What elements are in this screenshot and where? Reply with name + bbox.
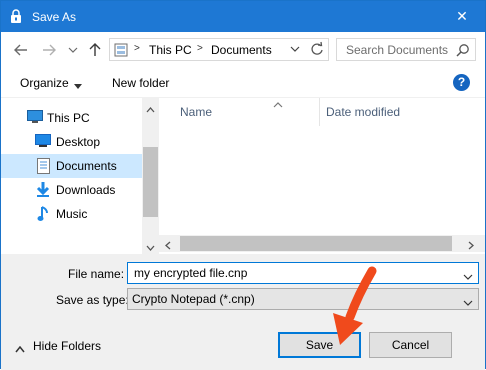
arrow-left-icon bbox=[14, 44, 27, 56]
save-form: File name: my encrypted file.cnp Save as… bbox=[1, 254, 485, 370]
nav-item-this-pc[interactable]: This PC bbox=[1, 106, 142, 130]
cancel-button[interactable]: Cancel bbox=[369, 332, 452, 358]
file-name-value: my encrypted file.cnp bbox=[134, 266, 248, 280]
browser-area: This PC Desktop Documents Downloads Musi… bbox=[1, 98, 485, 254]
scroll-right-icon[interactable] bbox=[468, 239, 474, 253]
lock-icon bbox=[9, 9, 23, 24]
save-as-type-label: Save as type: bbox=[56, 293, 129, 307]
arrow-right-icon bbox=[43, 44, 56, 56]
scroll-left-icon[interactable] bbox=[165, 239, 171, 253]
nav-item-label: This PC bbox=[47, 111, 90, 125]
column-header-name[interactable]: Name bbox=[180, 105, 212, 119]
title-bar: Save As ✕ bbox=[1, 1, 485, 32]
save-as-type-value: Crypto Notepad (*.cnp) bbox=[132, 292, 255, 306]
save-as-dialog: Save As ✕ > This PC > Documents Search D… bbox=[0, 0, 486, 370]
desktop-icon bbox=[35, 134, 51, 151]
column-header-date-modified[interactable]: Date modified bbox=[326, 105, 400, 119]
nav-item-label: Desktop bbox=[56, 135, 101, 149]
refresh-button[interactable] bbox=[309, 41, 325, 60]
new-folder-button[interactable]: New folder bbox=[112, 76, 169, 90]
nav-pane-scrollbar[interactable] bbox=[142, 98, 159, 254]
scrollbar-thumb[interactable] bbox=[180, 236, 452, 251]
nav-item-music[interactable]: Music bbox=[1, 202, 142, 226]
sort-ascending-icon bbox=[273, 97, 283, 111]
address-bar-row: > This PC > Documents Search Documents bbox=[1, 32, 485, 68]
documents-icon bbox=[37, 158, 50, 177]
organize-button[interactable]: Organize bbox=[20, 76, 69, 90]
nav-item-label: Downloads bbox=[56, 183, 116, 197]
close-icon: ✕ bbox=[456, 8, 468, 24]
breadcrumb-separator: > bbox=[134, 43, 140, 54]
arrow-up-icon bbox=[89, 43, 101, 56]
up-button[interactable] bbox=[85, 40, 105, 60]
computer-icon bbox=[114, 43, 128, 60]
chevron-up-icon bbox=[15, 342, 25, 356]
nav-item-label: Music bbox=[56, 207, 88, 221]
file-name-label: File name: bbox=[68, 267, 125, 281]
chevron-down-icon bbox=[68, 47, 78, 53]
help-button[interactable]: ? bbox=[453, 74, 470, 91]
search-placeholder: Search Documents bbox=[346, 43, 449, 57]
chevron-down-icon bbox=[463, 295, 473, 309]
nav-item-label: Documents bbox=[56, 159, 117, 173]
recent-locations-button[interactable] bbox=[63, 40, 83, 60]
nav-item-downloads[interactable]: Downloads bbox=[1, 178, 142, 202]
breadcrumb-separator: > bbox=[197, 43, 203, 54]
search-input[interactable]: Search Documents bbox=[336, 38, 476, 61]
scroll-down-icon[interactable] bbox=[146, 240, 155, 254]
column-headers: Name Date modified bbox=[159, 98, 485, 126]
address-box[interactable]: > This PC > Documents bbox=[109, 38, 329, 61]
scroll-up-icon[interactable] bbox=[146, 102, 155, 116]
breadcrumb-this-pc[interactable]: This PC bbox=[149, 43, 192, 57]
music-icon bbox=[37, 206, 49, 225]
window-title: Save As bbox=[32, 10, 77, 24]
file-list: Name Date modified bbox=[159, 98, 485, 254]
file-name-field[interactable]: my encrypted file.cnp bbox=[127, 262, 479, 284]
breadcrumb-documents[interactable]: Documents bbox=[211, 43, 272, 57]
save-as-type-select[interactable]: Crypto Notepad (*.cnp) bbox=[127, 288, 479, 310]
column-divider[interactable] bbox=[319, 98, 320, 126]
nav-item-documents[interactable]: Documents bbox=[1, 154, 142, 178]
chevron-down-icon[interactable] bbox=[463, 269, 473, 283]
address-dropdown-button[interactable] bbox=[289, 42, 301, 59]
forward-button[interactable] bbox=[39, 40, 59, 60]
command-bar: Organize New folder ? bbox=[1, 68, 485, 98]
back-button[interactable] bbox=[11, 40, 31, 60]
computer-icon bbox=[27, 110, 43, 127]
file-list-hscrollbar[interactable] bbox=[159, 235, 485, 252]
navigation-pane: This PC Desktop Documents Downloads Musi… bbox=[1, 98, 142, 254]
hide-folders-label: Hide Folders bbox=[33, 339, 102, 353]
downloads-icon bbox=[36, 182, 50, 201]
annotation-arrow-icon bbox=[326, 265, 378, 350]
refresh-icon bbox=[311, 41, 323, 55]
close-button[interactable]: ✕ bbox=[439, 1, 485, 32]
search-icon bbox=[456, 43, 470, 60]
scrollbar-thumb[interactable] bbox=[143, 147, 158, 217]
nav-item-desktop[interactable]: Desktop bbox=[1, 130, 142, 154]
chevron-down-icon bbox=[290, 46, 300, 52]
caret-down-icon bbox=[74, 78, 82, 92]
